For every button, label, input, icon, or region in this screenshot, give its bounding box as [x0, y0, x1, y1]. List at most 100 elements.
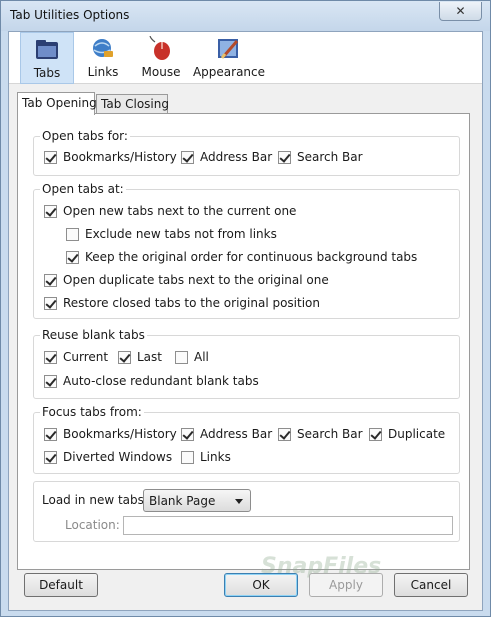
close-icon: ✕: [455, 4, 466, 18]
group-load-in-new-tabs: Load in new tabs: Blank Page Location:: [33, 481, 460, 542]
checkbox-box[interactable]: [278, 150, 291, 164]
options-window: Tab Utilities Options ✕ Tabs Links Mouse…: [0, 0, 491, 617]
location-label: Location:: [65, 518, 120, 532]
checkbox-box[interactable]: [181, 450, 194, 464]
group-title: Reuse blank tabs: [40, 328, 147, 342]
toolbar-appearance[interactable]: Appearance: [192, 32, 266, 84]
group-reuse-blank-tabs: Reuse blank tabs Current Last All Auto-c…: [33, 328, 460, 399]
checkbox-box[interactable]: [44, 204, 57, 218]
checkbox-keep-original-order[interactable]: Keep the original order for continuous b…: [66, 250, 417, 264]
toolbar-tabs[interactable]: Tabs: [20, 32, 74, 84]
checkbox-box[interactable]: [44, 427, 57, 441]
checkbox-box[interactable]: [369, 427, 382, 441]
paint-icon: [218, 39, 239, 59]
toolbar-links-label: Links: [87, 65, 119, 79]
apply-button-label: Apply: [329, 578, 363, 592]
checkbox-label: Current: [63, 350, 109, 364]
checkbox-box[interactable]: [66, 227, 79, 241]
tab-tab-opening-label: Tab Opening: [22, 96, 97, 110]
checkbox-label: Links: [200, 450, 231, 464]
checkbox-label: Last: [137, 350, 162, 364]
checkbox-label: Exclude new tabs not from links: [85, 227, 277, 241]
checkbox-address-bar[interactable]: Address Bar: [181, 150, 272, 164]
mouse-icon: [149, 36, 170, 60]
checkbox-box[interactable]: [44, 450, 57, 464]
checkbox-focus-search-bar[interactable]: Search Bar: [278, 427, 363, 441]
checkbox-label: Open duplicate tabs next to the original…: [63, 273, 329, 287]
checkbox-current[interactable]: Current: [44, 350, 108, 364]
checkbox-label: Diverted Windows: [63, 450, 173, 464]
checkbox-auto-close-redundant[interactable]: Auto-close redundant blank tabs: [44, 374, 259, 388]
checkbox-label: Bookmarks/History: [63, 150, 177, 164]
checkbox-label: Address Bar: [200, 150, 273, 164]
checkbox-label: Open new tabs next to the current one: [63, 204, 297, 218]
checkbox-focus-links[interactable]: Links: [181, 450, 231, 464]
checkbox-all[interactable]: All: [175, 350, 209, 364]
checkbox-label: Duplicate: [388, 427, 446, 441]
tab-tab-opening[interactable]: Tab Opening: [17, 92, 97, 115]
default-button[interactable]: Default: [24, 573, 98, 597]
checkbox-box[interactable]: [44, 296, 57, 310]
checkbox-box[interactable]: [118, 350, 131, 364]
ok-button-label: OK: [252, 578, 270, 592]
cancel-button-label: Cancel: [410, 578, 452, 592]
checkbox-box[interactable]: [44, 273, 57, 287]
load-in-new-tabs-select[interactable]: Blank Page: [143, 489, 251, 512]
checkbox-label: Search Bar: [297, 150, 363, 164]
checkbox-label: Restore closed tabs to the original posi…: [63, 296, 320, 310]
checkbox-box[interactable]: [181, 427, 194, 441]
checkbox-box[interactable]: [181, 150, 194, 164]
apply-button[interactable]: Apply: [309, 573, 383, 597]
checkbox-last[interactable]: Last: [118, 350, 162, 364]
group-open-tabs-at: Open tabs at: Open new tabs next to the …: [33, 182, 460, 319]
checkbox-search-bar[interactable]: Search Bar: [278, 150, 363, 164]
checkbox-box[interactable]: [66, 250, 79, 264]
globe-link-icon: [93, 39, 113, 57]
checkbox-label: All: [194, 350, 209, 364]
checkbox-focus-address-bar[interactable]: Address Bar: [181, 427, 272, 441]
title-bar[interactable]: Tab Utilities Options ✕: [1, 1, 490, 31]
checkbox-box[interactable]: [44, 150, 57, 164]
toolbar-appearance-label: Appearance: [192, 65, 266, 79]
checkbox-focus-diverted-windows[interactable]: Diverted Windows: [44, 450, 172, 464]
checkbox-label: Address Bar: [200, 427, 273, 441]
ok-button[interactable]: OK: [224, 573, 298, 597]
checkbox-focus-duplicate[interactable]: Duplicate: [369, 427, 445, 441]
toolbar-mouse-label: Mouse: [141, 65, 181, 79]
checkbox-label: Auto-close redundant blank tabs: [63, 374, 259, 388]
checkbox-box[interactable]: [278, 427, 291, 441]
load-in-new-tabs-label: Load in new tabs:: [42, 493, 148, 507]
tab-tab-closing[interactable]: Tab Closing: [96, 94, 169, 114]
select-value: Blank Page: [149, 493, 216, 508]
dialog-client: Tabs Links Mouse Appearance Tab Opening …: [8, 31, 483, 611]
group-title: Open tabs for:: [40, 129, 130, 143]
checkbox-restore-closed-position[interactable]: Restore closed tabs to the original posi…: [44, 296, 320, 310]
tab-tab-closing-label: Tab Closing: [101, 97, 169, 111]
window-title: Tab Utilities Options: [10, 8, 130, 22]
close-button[interactable]: ✕: [439, 2, 482, 21]
toolbar-tabs-label: Tabs: [33, 66, 61, 80]
group-title: Open tabs at:: [40, 182, 126, 196]
folder-icon: [36, 40, 58, 59]
checkbox-box[interactable]: [175, 350, 188, 364]
checkbox-box[interactable]: [44, 350, 57, 364]
group-open-tabs-for: Open tabs for: Bookmarks/History Address…: [33, 129, 460, 176]
checkbox-label: Search Bar: [297, 427, 363, 441]
checkbox-duplicate-next-to-original[interactable]: Open duplicate tabs next to the original…: [44, 273, 329, 287]
checkbox-focus-bookmarks-history[interactable]: Bookmarks/History: [44, 427, 177, 441]
group-title: Focus tabs from:: [40, 405, 144, 419]
chevron-down-icon: [235, 499, 243, 504]
checkbox-open-next-to-current[interactable]: Open new tabs next to the current one: [44, 204, 296, 218]
cancel-button[interactable]: Cancel: [394, 573, 468, 597]
toolbar-mouse[interactable]: Mouse: [139, 32, 183, 84]
checkbox-label: Keep the original order for continuous b…: [85, 250, 418, 264]
checkbox-label: Bookmarks/History: [63, 427, 177, 441]
checkbox-exclude-not-from-links[interactable]: Exclude new tabs not from links: [66, 227, 277, 241]
location-input[interactable]: [123, 516, 453, 535]
checkbox-bookmarks-history[interactable]: Bookmarks/History: [44, 150, 177, 164]
category-toolbar: Tabs Links Mouse Appearance: [9, 32, 482, 84]
toolbar-links[interactable]: Links: [81, 32, 125, 84]
checkbox-box[interactable]: [44, 374, 57, 388]
tab-opening-panel: Open tabs for: Bookmarks/History Address…: [17, 113, 470, 570]
default-button-label: Default: [39, 578, 83, 592]
